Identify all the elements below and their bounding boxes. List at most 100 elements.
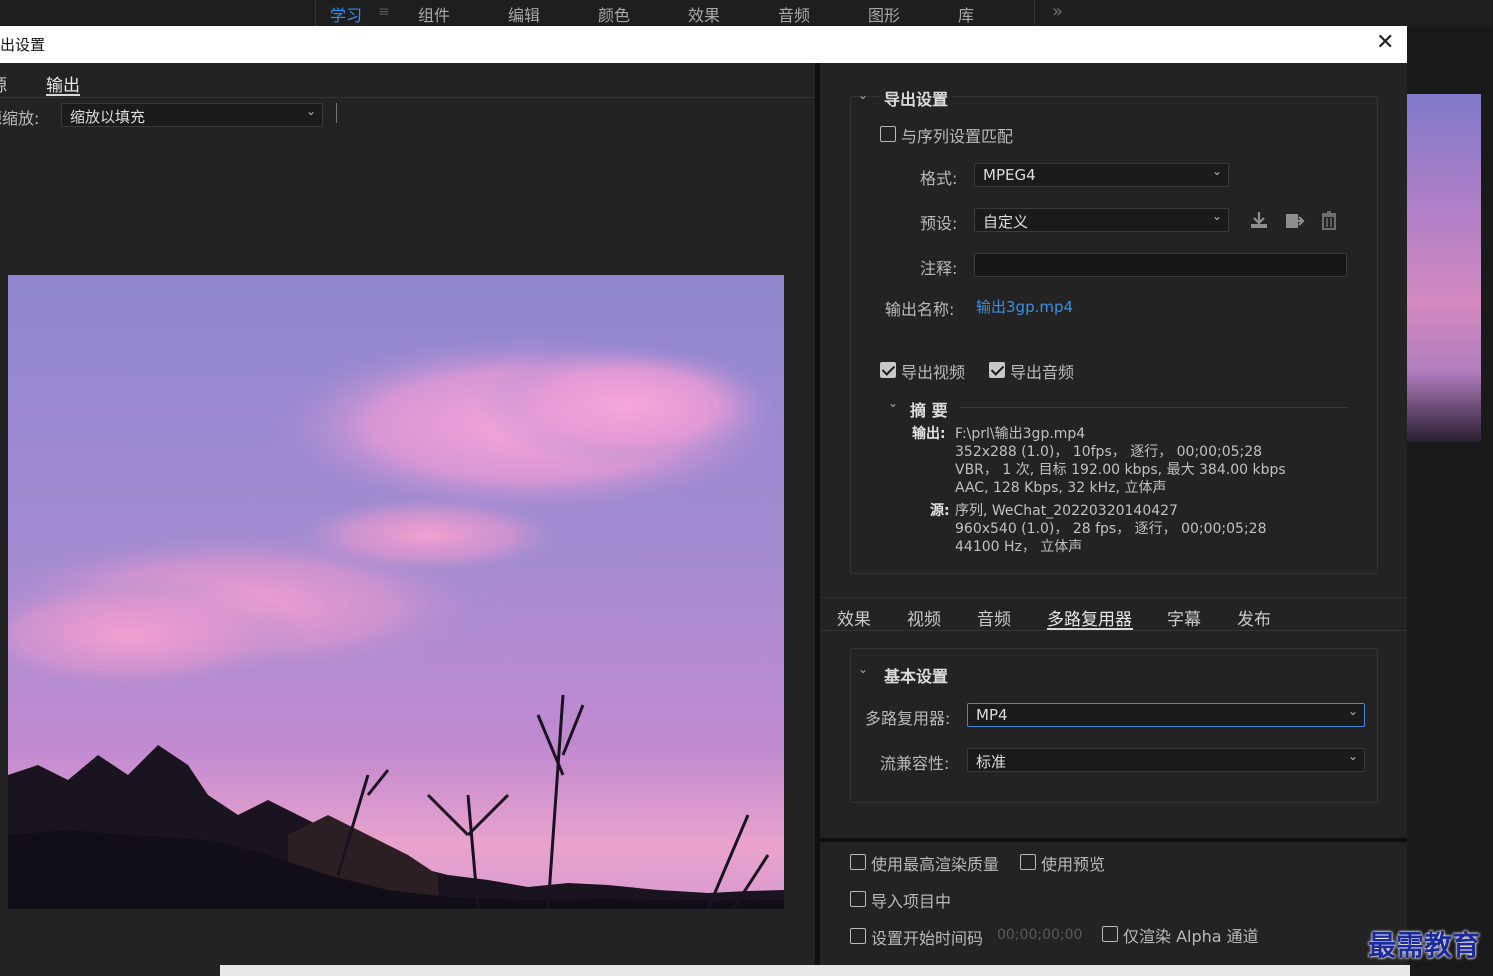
tab-video[interactable]: 视频 [907, 605, 941, 630]
divider [820, 597, 1407, 598]
preset-dropdown[interactable]: 自定义 ⌄ [974, 208, 1229, 232]
import-preset-icon[interactable] [1283, 209, 1307, 233]
format-dropdown[interactable]: MPEG4 ⌄ [974, 163, 1229, 187]
workspace-bar: 学习 ≡ 组件 编辑 颜色 效果 音频 图形 库 » [0, 0, 1493, 26]
format-label: 格式: [920, 169, 958, 188]
summary-output-line: VBR， 1 次, 目标 192.00 kbps, 最大 384.00 kbps [955, 462, 1286, 478]
set-start-timecode-label: 设置开始时间码 [871, 929, 984, 948]
chevron-down-icon: ⌄ [305, 104, 316, 118]
start-timecode-value[interactable]: 00;00;00;00 [997, 927, 1082, 943]
tab-output[interactable]: 输出 [46, 71, 80, 96]
export-settings-panel: ⌄ 导出设置 与序列设置匹配 格式: MPEG4 ⌄ 预设: 自定义 ⌄ 注释:… [820, 63, 1407, 838]
summary-source-line: 44100 Hz， 立体声 [955, 539, 1083, 555]
basic-settings-title: 基本设置 [880, 663, 953, 687]
source-scaling-dropdown[interactable]: 缩放以填充 ⌄ [61, 103, 323, 127]
render-alpha-only-label: 仅渲染 Alpha 通道 [1123, 927, 1259, 946]
divider [1034, 0, 1035, 26]
multiplexer-value: MP4 [976, 706, 1008, 724]
dialog-title: 出设置 [0, 36, 46, 54]
output-name-link[interactable]: 输出3gp.mp4 [976, 296, 1073, 317]
summary-source-line: 960x540 (1.0)， 28 fps， 逐行， 00;00;05;28 [955, 521, 1267, 537]
workspace-tab-effects[interactable]: 效果 [688, 2, 720, 26]
dialog-titlebar: 出设置 ✕ [0, 26, 1407, 63]
divider [0, 97, 815, 98]
summary-source-line: 序列, WeChat_20220320140427 [955, 503, 1178, 519]
watermark-logo: 最需教育 [1368, 929, 1481, 962]
summary-source-label: 源: [930, 503, 950, 519]
match-sequence-checkbox[interactable] [880, 126, 896, 142]
preset-label: 预设: [920, 214, 958, 233]
workspace-tab-audio[interactable]: 音频 [778, 2, 810, 26]
summary-output-line: AAC, 128 Kbps, 32 kHz, 立体声 [955, 480, 1167, 496]
active-tab-underline [46, 94, 80, 96]
import-into-project-label: 导入项目中 [871, 892, 952, 911]
render-options: 使用最高渲染质量 使用预览 导入项目中 设置开始时间码 00;00;00;00 … [820, 838, 1407, 976]
chevron-down-icon[interactable]: ⌄ [888, 396, 898, 410]
multiplexer-dropdown[interactable]: MP4 ⌄ [967, 703, 1365, 727]
max-render-quality-label: 使用最高渲染质量 [871, 855, 1000, 874]
chevron-down-icon: ⌄ [1211, 209, 1222, 223]
format-value: MPEG4 [983, 166, 1036, 184]
taskbar [220, 965, 1410, 976]
divider [336, 103, 337, 123]
comment-label: 注释: [920, 259, 958, 278]
divider [315, 0, 316, 26]
stream-compatibility-dropdown[interactable]: 标准 ⌄ [967, 748, 1365, 772]
source-scaling-value: 缩放以填充 [70, 108, 146, 126]
stream-compatibility-label: 流兼容性: [880, 754, 950, 773]
workspace-tab-color[interactable]: 颜色 [598, 2, 630, 26]
tab-audio[interactable]: 音频 [977, 605, 1011, 630]
summary-output-line: 352x288 (1.0)， 10fps， 逐行， 00;00;05;28 [955, 444, 1263, 460]
export-audio-checkbox[interactable] [989, 362, 1005, 378]
chevron-down-icon[interactable]: ⌄ [858, 88, 868, 102]
summary-title: 摘 要 [910, 401, 948, 420]
workspace-tab-editing[interactable]: 编辑 [508, 2, 540, 26]
workspace-tab-assembly[interactable]: 组件 [418, 2, 450, 26]
summary-output-line: F:\prl\输出3gp.mp4 [955, 426, 1086, 442]
background-program-monitor [1407, 94, 1481, 442]
hamburger-menu-icon[interactable]: ≡ [378, 4, 390, 20]
tab-multiplexer[interactable]: 多路复用器 [1047, 605, 1132, 630]
preview-panel: 源 输出 源缩放: 缩放以填充 ⌄ [0, 63, 815, 976]
trash-icon[interactable] [1318, 209, 1342, 233]
tab-captions[interactable]: 字幕 [1167, 605, 1201, 630]
chevron-down-icon: ⌄ [1211, 164, 1222, 178]
tab-effects[interactable]: 效果 [837, 605, 871, 630]
use-previews-label: 使用预览 [1041, 855, 1106, 874]
workspace-tab-learn[interactable]: 学习 [330, 2, 362, 26]
output-name-label: 输出名称: [885, 300, 955, 319]
workspace-tab-libraries[interactable]: 库 [958, 2, 974, 26]
export-audio-label: 导出音频 [1010, 363, 1075, 382]
import-into-project-checkbox[interactable] [850, 891, 866, 907]
max-render-quality-checkbox[interactable] [850, 854, 866, 870]
workspace-tab-graphics[interactable]: 图形 [868, 2, 900, 26]
set-start-timecode-checkbox[interactable] [850, 928, 866, 944]
close-icon[interactable]: ✕ [1376, 30, 1394, 56]
summary-output-details: F:\prl\输出3gp.mp4 352x288 (1.0)， 10fps， 逐… [955, 425, 1286, 497]
comment-input[interactable] [974, 253, 1347, 277]
render-alpha-only-checkbox[interactable] [1102, 926, 1118, 942]
tab-source[interactable]: 源 [0, 71, 7, 96]
chevron-down-icon: ⌄ [1347, 704, 1358, 718]
more-workspaces-icon[interactable]: » [1052, 1, 1063, 22]
summary-source-details: 序列, WeChat_20220320140427 960x540 (1.0)，… [955, 502, 1267, 556]
match-sequence-label: 与序列设置匹配 [901, 127, 1014, 146]
multiplexer-label: 多路复用器: [865, 709, 951, 728]
chevron-down-icon: ⌄ [1347, 749, 1358, 763]
divider [960, 407, 1348, 408]
preset-value: 自定义 [983, 213, 1029, 231]
export-video-checkbox[interactable] [880, 362, 896, 378]
sunset-sky-image [8, 275, 784, 909]
chevron-down-icon[interactable]: ⌄ [858, 662, 868, 676]
export-settings-dialog: 出设置 ✕ 源 输出 源缩放: 缩放以填充 ⌄ [0, 26, 1407, 976]
output-preview-image [8, 275, 784, 909]
download-icon[interactable] [1248, 209, 1272, 233]
stream-compatibility-value: 标准 [976, 753, 1007, 771]
divider [820, 630, 1407, 631]
export-video-label: 导出视频 [901, 363, 966, 382]
use-previews-checkbox[interactable] [1020, 854, 1036, 870]
export-settings-title: 导出设置 [880, 86, 953, 110]
source-scaling-label: 源缩放: [0, 109, 40, 128]
tab-publish[interactable]: 发布 [1237, 605, 1271, 630]
summary-output-label: 输出: [912, 426, 946, 442]
